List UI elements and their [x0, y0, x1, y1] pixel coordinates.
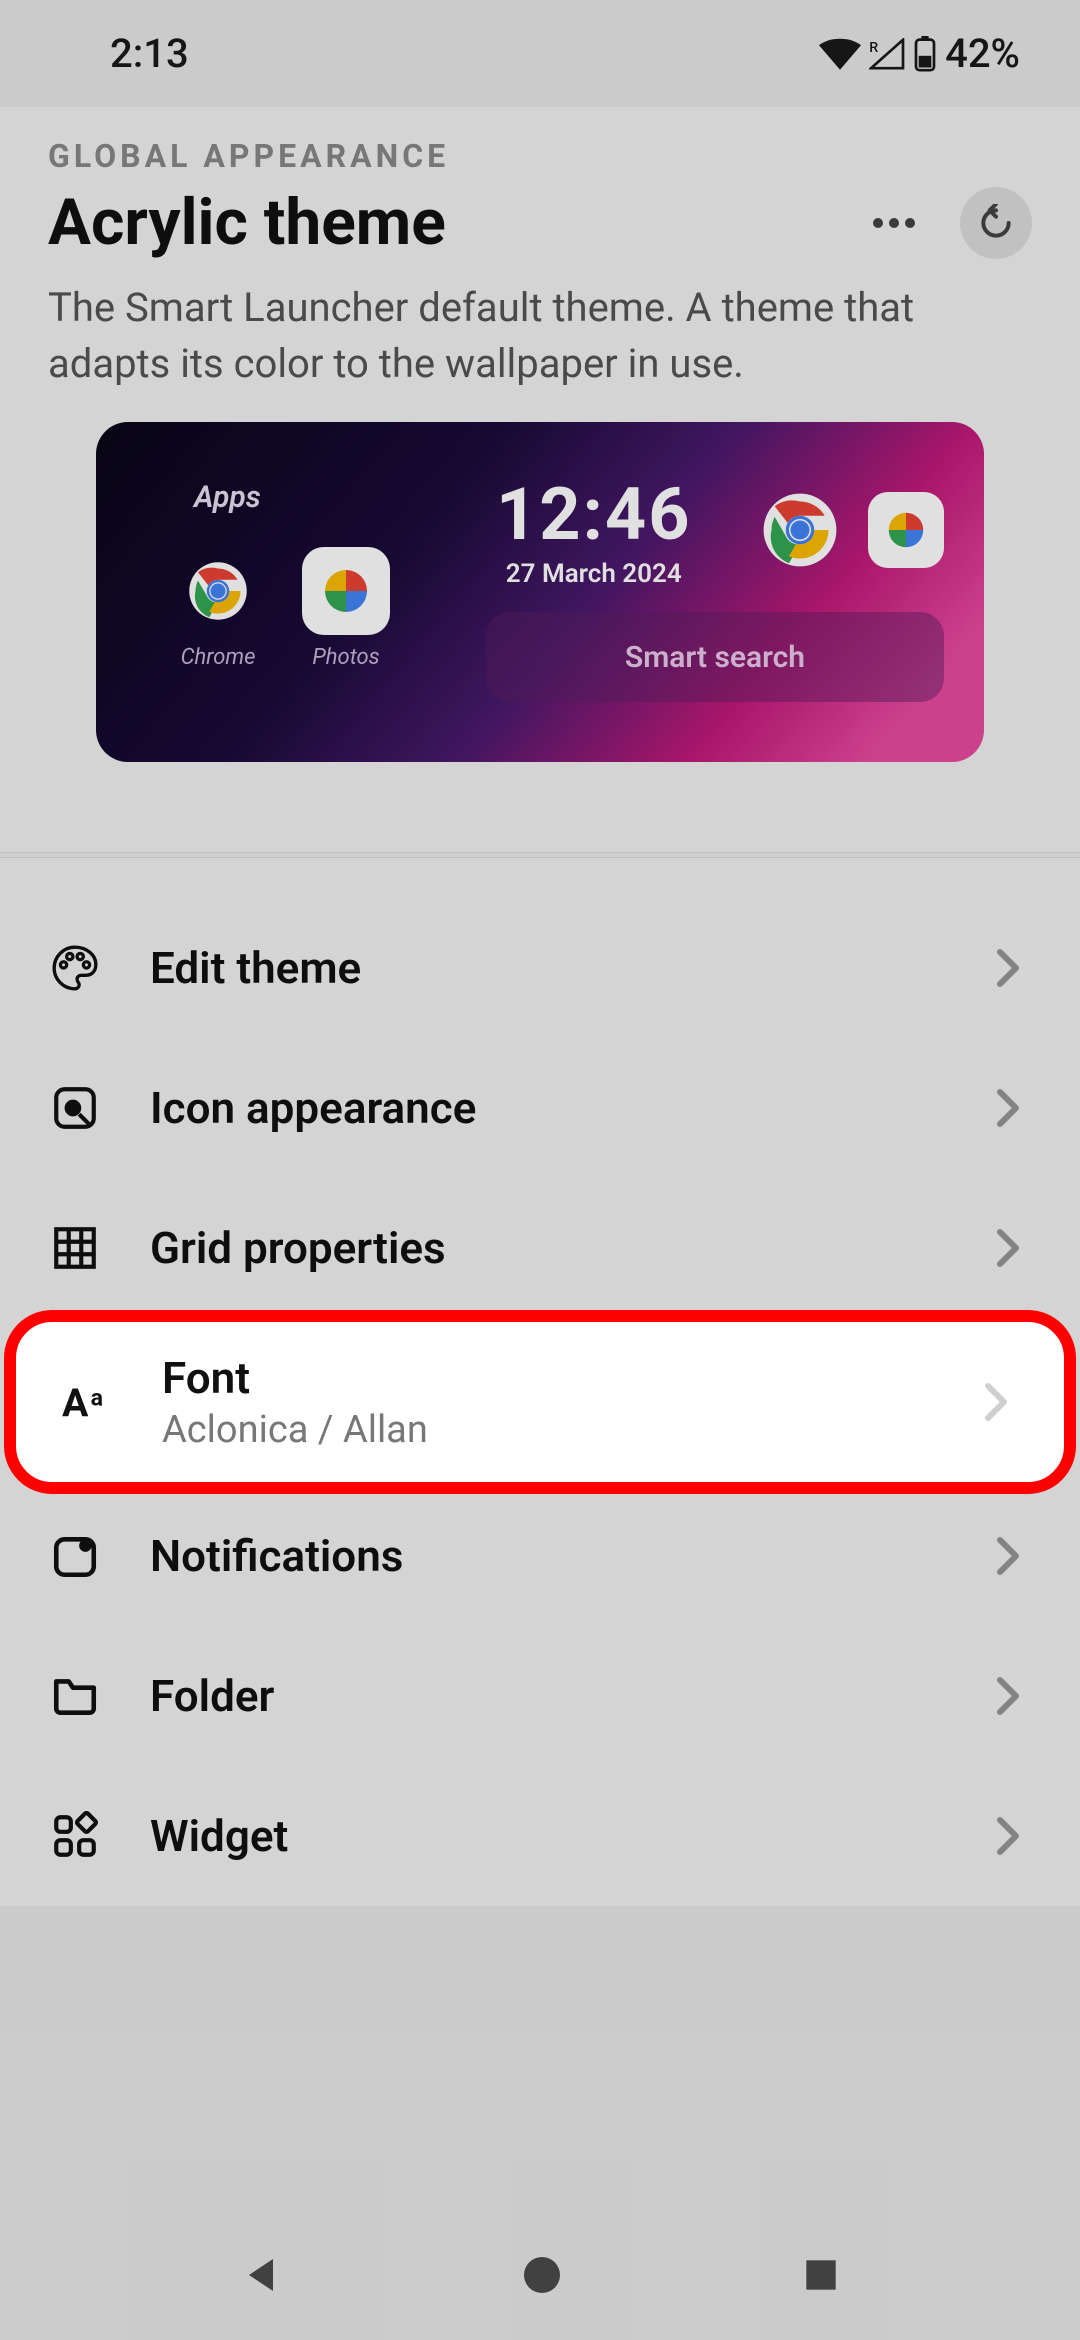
svg-text:R: R [869, 40, 878, 56]
icon-appearance-icon [50, 1083, 100, 1133]
more-horizontal-icon [872, 217, 916, 229]
android-nav-bar [0, 2210, 1080, 2340]
row-widget[interactable]: Widget [0, 1766, 1080, 1906]
row-title: Folder [150, 1670, 946, 1722]
row-title: Notifications [150, 1530, 946, 1582]
theme-preview: Apps Chrome [96, 422, 984, 762]
chevron-right-icon [996, 1228, 1020, 1268]
preview-app-chrome-label: Chrome [181, 645, 256, 670]
preview-clock: 12:46 27 March 2024 [496, 472, 692, 589]
circle-home-icon [518, 2251, 566, 2299]
refresh-button[interactable] [960, 187, 1032, 259]
nav-recent-button[interactable] [799, 2253, 843, 2297]
row-grid-properties[interactable]: Grid properties [0, 1178, 1080, 1318]
row-folder[interactable]: Folder [0, 1626, 1080, 1766]
widget-icon [50, 1811, 100, 1861]
preview-apps-label: Apps [194, 480, 261, 515]
row-title: Icon appearance [150, 1082, 946, 1134]
folder-icon [50, 1673, 100, 1719]
chevron-right-icon [996, 948, 1020, 988]
grid-icon [50, 1223, 100, 1273]
preview-app-photos: Photos [302, 547, 390, 670]
chrome-icon [762, 492, 838, 568]
nav-back-button[interactable] [237, 2251, 285, 2299]
preview-app-chrome: Chrome [174, 547, 262, 670]
square-recent-icon [799, 2253, 843, 2297]
chevron-right-icon [996, 1088, 1020, 1128]
row-title: Edit theme [150, 942, 946, 994]
status-battery: 42% [945, 30, 1020, 77]
row-title: Widget [150, 1810, 946, 1862]
preview-app-photos-label: Photos [312, 645, 379, 670]
chrome-icon [188, 561, 248, 621]
chevron-right-icon [996, 1536, 1020, 1576]
row-edit-theme[interactable]: Edit theme [0, 898, 1080, 1038]
preview-search-label: Smart search [625, 640, 805, 675]
row-subtitle: Aclonica / Allan [162, 1408, 934, 1452]
chevron-right-icon [984, 1382, 1008, 1422]
row-notifications[interactable]: Notifications [0, 1486, 1080, 1626]
row-title: Font [162, 1352, 934, 1404]
preview-search-pill: Smart search [486, 612, 944, 702]
palette-icon [50, 943, 100, 993]
page-title: Acrylic theme [48, 185, 446, 260]
font-icon: Aa [62, 1377, 112, 1427]
chevron-right-icon [996, 1816, 1020, 1856]
notifications-icon [50, 1531, 100, 1581]
svg-text:a: a [91, 1384, 103, 1412]
header-description: The Smart Launcher default theme. A them… [48, 280, 948, 392]
photos-icon [318, 563, 374, 619]
status-bar: 2:13 R 42% [0, 0, 1080, 107]
status-time: 2:13 [110, 30, 189, 77]
status-right: R 42% [819, 30, 1020, 77]
row-font[interactable]: Aa Font Aclonica / Allan [12, 1318, 1068, 1486]
preview-side-icons [762, 492, 944, 568]
photos-icon [883, 507, 929, 553]
signal-icon: R [869, 38, 905, 70]
preview-app-icons: Chrome Photos [174, 547, 390, 670]
more-button[interactable] [858, 187, 930, 259]
row-icon-appearance[interactable]: Icon appearance [0, 1038, 1080, 1178]
battery-icon [913, 36, 937, 72]
svg-text:A: A [62, 1380, 89, 1426]
preview-clock-date: 27 March 2024 [496, 559, 692, 589]
wifi-icon [819, 38, 861, 70]
nav-home-button[interactable] [518, 2251, 566, 2299]
preview-clock-time: 12:46 [496, 472, 692, 557]
header: GLOBAL APPEARANCE Acrylic theme The Smar… [0, 107, 1080, 852]
triangle-back-icon [237, 2251, 285, 2299]
refresh-icon [977, 204, 1015, 242]
row-title: Grid properties [150, 1222, 946, 1274]
header-eyebrow: GLOBAL APPEARANCE [48, 137, 1032, 175]
chevron-right-icon [996, 1676, 1020, 1716]
settings-list: Edit theme Icon appearance Grid properti… [0, 858, 1080, 1906]
